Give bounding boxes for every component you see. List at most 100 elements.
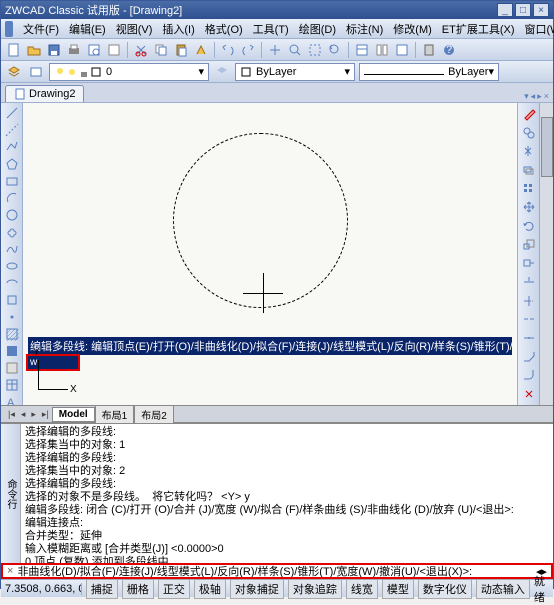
help-icon[interactable]: ? bbox=[440, 41, 458, 59]
xline-icon[interactable] bbox=[3, 122, 21, 138]
menu-et[interactable]: ET扩展工具(X) bbox=[438, 19, 519, 39]
ellipse-arc-icon[interactable] bbox=[3, 275, 21, 291]
layer-dropdown[interactable]: 0 ▾ bbox=[49, 63, 209, 81]
fillet-icon[interactable] bbox=[520, 367, 538, 385]
tab-model[interactable]: Model bbox=[52, 407, 95, 422]
layer-mgr-icon[interactable] bbox=[5, 63, 23, 81]
history-line: 选择编辑的多段线: bbox=[25, 426, 549, 439]
region-icon[interactable] bbox=[3, 360, 21, 376]
gradient-icon[interactable] bbox=[3, 343, 21, 359]
document-tabs: Drawing2 ▾ ◂ ▸ × bbox=[1, 83, 553, 103]
cmdline-close-icon[interactable]: × bbox=[7, 565, 13, 577]
block-icon[interactable] bbox=[3, 292, 21, 308]
drawing-canvas[interactable]: 编辑多段线: 编辑顶点(E)/打开(O)/非曲线化(D)/拟合(F)/连接(J)… bbox=[23, 103, 517, 405]
chamfer-icon[interactable] bbox=[520, 348, 538, 366]
erase-icon[interactable] bbox=[520, 105, 538, 123]
command-panel-title: 命令行 bbox=[1, 424, 21, 563]
color-dropdown[interactable]: ByLayer ▾ bbox=[235, 63, 355, 81]
menu-modify[interactable]: 修改(M) bbox=[389, 19, 436, 39]
pline-icon[interactable] bbox=[3, 139, 21, 155]
tab-min-icon[interactable]: ◂ bbox=[531, 91, 536, 102]
tab-prev-icon[interactable]: ◂ bbox=[18, 409, 29, 420]
design-icon[interactable] bbox=[373, 41, 391, 59]
doc-tab[interactable]: Drawing2 bbox=[5, 85, 84, 102]
menu-dim[interactable]: 标注(N) bbox=[342, 19, 387, 39]
revcloud-icon[interactable] bbox=[3, 224, 21, 240]
circle-icon[interactable] bbox=[3, 207, 21, 223]
doc-tab-label: Drawing2 bbox=[29, 88, 75, 100]
point-icon[interactable] bbox=[3, 309, 21, 325]
layer-state-icon[interactable] bbox=[27, 63, 45, 81]
tab-next-icon[interactable]: ▸ bbox=[28, 409, 39, 420]
menu-format[interactable]: 格式(O) bbox=[201, 19, 247, 39]
match-icon[interactable] bbox=[192, 41, 210, 59]
command-line[interactable]: × 非曲线化(D)/拟合(F)/连接(J)/线型模式(L)/反向(R)/样条(S… bbox=[1, 563, 553, 579]
vertical-scrollbar[interactable] bbox=[539, 103, 553, 405]
preview-icon[interactable] bbox=[85, 41, 103, 59]
publish-icon[interactable] bbox=[105, 41, 123, 59]
tab-layout1[interactable]: 布局1 bbox=[95, 405, 135, 424]
move-icon[interactable] bbox=[520, 198, 538, 216]
menu-edit[interactable]: 编辑(E) bbox=[65, 19, 110, 39]
tab-next-icon[interactable]: ▸ bbox=[537, 91, 542, 102]
ucs-x-label: X bbox=[70, 384, 77, 395]
extend-icon[interactable] bbox=[520, 292, 538, 310]
tab-layout2[interactable]: 布局2 bbox=[134, 405, 174, 424]
tab-prev-icon[interactable]: ▾ bbox=[524, 91, 529, 102]
paste-icon[interactable] bbox=[172, 41, 190, 59]
layer-prev-icon[interactable] bbox=[213, 63, 231, 81]
copy-icon[interactable] bbox=[152, 41, 170, 59]
polygon-icon[interactable] bbox=[3, 156, 21, 172]
rect-icon[interactable] bbox=[3, 173, 21, 189]
ellipse-icon[interactable] bbox=[3, 258, 21, 274]
offset-icon[interactable] bbox=[520, 161, 538, 179]
zoom-rt-icon[interactable] bbox=[286, 41, 304, 59]
scrollbar-thumb[interactable] bbox=[541, 117, 553, 177]
trim-icon[interactable] bbox=[520, 273, 538, 291]
maximize-button[interactable]: □ bbox=[515, 3, 531, 17]
join-icon[interactable] bbox=[520, 329, 538, 347]
arc-icon[interactable] bbox=[3, 190, 21, 206]
redo-icon[interactable] bbox=[239, 41, 257, 59]
menu-view[interactable]: 视图(V) bbox=[112, 19, 157, 39]
menu-draw[interactable]: 绘图(D) bbox=[295, 19, 340, 39]
calc-icon[interactable] bbox=[420, 41, 438, 59]
tab-close-icon[interactable]: × bbox=[544, 91, 549, 102]
open-icon[interactable] bbox=[25, 41, 43, 59]
pan-icon[interactable] bbox=[266, 41, 284, 59]
rotate-icon[interactable] bbox=[520, 217, 538, 235]
zoom-win-icon[interactable] bbox=[306, 41, 324, 59]
menu-tools[interactable]: 工具(T) bbox=[249, 19, 293, 39]
undo-icon[interactable] bbox=[219, 41, 237, 59]
ucs-icon: Y X bbox=[28, 360, 68, 400]
cut-icon[interactable] bbox=[132, 41, 150, 59]
tool-palette-icon[interactable] bbox=[393, 41, 411, 59]
line-icon[interactable] bbox=[3, 105, 21, 121]
minimize-button[interactable]: _ bbox=[497, 3, 513, 17]
stretch-icon[interactable] bbox=[520, 255, 538, 273]
spline-icon[interactable] bbox=[3, 241, 21, 257]
scale-icon[interactable] bbox=[520, 236, 538, 254]
menu-window[interactable]: 窗口(W) bbox=[521, 19, 554, 39]
close-button[interactable]: × bbox=[533, 3, 549, 17]
props-icon[interactable] bbox=[353, 41, 371, 59]
break-icon[interactable] bbox=[520, 311, 538, 329]
explode-icon[interactable] bbox=[520, 385, 538, 403]
command-history[interactable]: 选择编辑的多段线: 选择集当中的对象: 1 选择编辑的多段线: 选择集当中的对象… bbox=[21, 424, 553, 563]
mirror-icon[interactable] bbox=[520, 142, 538, 160]
save-icon[interactable] bbox=[45, 41, 63, 59]
print-icon[interactable] bbox=[65, 41, 83, 59]
array-icon[interactable] bbox=[520, 180, 538, 198]
history-line: 选择的对象不是多段线。 将它转化吗？ <Y> y bbox=[25, 491, 549, 504]
new-icon[interactable] bbox=[5, 41, 23, 59]
menu-insert[interactable]: 插入(I) bbox=[158, 19, 198, 39]
menu-file[interactable]: 文件(F) bbox=[19, 19, 63, 39]
zoom-prev-icon[interactable] bbox=[326, 41, 344, 59]
copy-obj-icon[interactable] bbox=[520, 124, 538, 142]
tab-first-icon[interactable]: |◂ bbox=[5, 409, 18, 420]
hatch-icon[interactable] bbox=[3, 326, 21, 342]
tab-last-icon[interactable]: ▸| bbox=[39, 409, 52, 420]
table-icon[interactable] bbox=[3, 377, 21, 393]
linetype-dropdown[interactable]: ByLayer ▾ bbox=[359, 63, 499, 81]
dropdown-icon: ▾ bbox=[344, 65, 350, 78]
